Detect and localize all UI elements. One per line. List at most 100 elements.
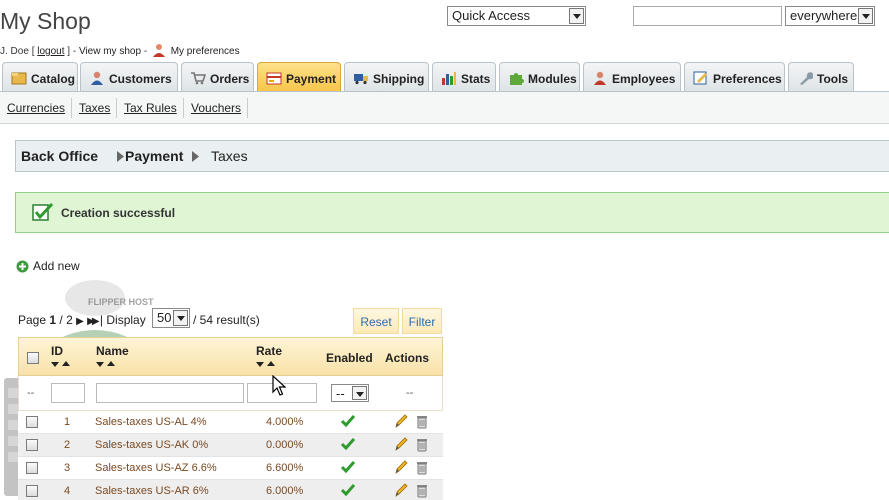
row-checkbox[interactable] — [26, 462, 38, 474]
tab-label: Orders — [210, 72, 250, 86]
breadcrumb-back-office[interactable]: Back Office — [21, 148, 98, 164]
name-filter-input[interactable] — [96, 383, 244, 403]
actions-filter-dashes: -- — [406, 387, 414, 399]
edit-icon[interactable] — [394, 414, 408, 429]
taxes-table: ID Name Rate Enabled Actions -- -- -- 1 S… — [18, 337, 443, 500]
subtab-tax-rules[interactable]: Tax Rules — [124, 101, 177, 115]
subtab-divider — [183, 98, 184, 118]
trash-icon[interactable] — [416, 414, 428, 429]
checkbox-checked-icon — [32, 202, 54, 221]
row-id: 1 — [64, 416, 71, 428]
table-row[interactable]: 3 Sales-taxes US-AZ 6.6% 6.600% — [18, 457, 443, 480]
reset-button[interactable]: Reset — [353, 308, 399, 334]
table-row[interactable]: 2 Sales-taxes US-AK 0% 0.000% — [18, 434, 443, 457]
search-scope-select[interactable]: everywhere — [785, 6, 875, 26]
tab-label: Customers — [109, 72, 172, 86]
tab-orders[interactable]: Orders — [181, 62, 254, 92]
enabled-check-icon[interactable] — [341, 438, 355, 450]
tab-payment[interactable]: Payment — [257, 62, 341, 92]
column-actions: Actions — [385, 351, 430, 365]
tab-stats[interactable]: Stats — [432, 62, 496, 92]
tab-shipping[interactable]: Shipping — [344, 62, 429, 92]
tab-preferences[interactable]: Preferences — [684, 62, 785, 92]
pagination: Page 1 / 2 ▶ ▶▶ | Display — [18, 313, 146, 327]
tab-catalog[interactable]: Catalog — [2, 62, 78, 92]
search-input[interactable] — [633, 6, 782, 26]
filter-row: -- -- -- — [18, 376, 443, 411]
row-checkbox[interactable] — [26, 416, 38, 428]
row-rate: 4.000% — [266, 416, 304, 428]
customers-icon — [91, 71, 103, 85]
wrench-icon — [800, 72, 813, 85]
success-message: Creation successful — [15, 192, 889, 233]
user-line: J. Doe [ logout ] - View my shop - My pr… — [0, 43, 240, 60]
chevron-down-icon[interactable] — [352, 386, 367, 400]
sort-rate-icon[interactable] — [256, 361, 278, 369]
quick-access-select[interactable]: Quick Access — [447, 6, 586, 26]
filter-dashes: -- — [27, 387, 35, 399]
chevron-down-icon[interactable] — [569, 8, 584, 24]
row-name[interactable]: Sales-taxes US-AZ 6.6% — [95, 462, 217, 474]
subtab-currencies[interactable]: Currencies — [7, 101, 65, 115]
sort-name-icon[interactable] — [96, 361, 118, 369]
chevron-down-icon[interactable] — [858, 8, 873, 24]
enabled-check-icon[interactable] — [341, 461, 355, 473]
tab-tools[interactable]: Tools — [788, 62, 854, 92]
main-tabs: Catalog Customers Orders Payment Shippin… — [0, 62, 889, 92]
tab-employees[interactable]: Employees — [583, 62, 681, 92]
enabled-check-icon[interactable] — [341, 415, 355, 427]
plus-icon — [16, 260, 29, 273]
next-page-icon[interactable]: ▶ — [76, 316, 84, 327]
select-all-checkbox[interactable] — [27, 352, 39, 364]
display-label: Display — [106, 313, 146, 327]
trash-icon[interactable] — [416, 437, 428, 452]
view-shop-link[interactable]: View my shop — [79, 46, 141, 57]
subtab-divider — [116, 98, 117, 118]
id-filter-input[interactable] — [51, 383, 85, 403]
row-rate: 6.000% — [266, 485, 304, 497]
enabled-check-icon[interactable] — [341, 484, 355, 496]
tab-label: Stats — [461, 72, 491, 86]
tab-customers[interactable]: Customers — [80, 62, 178, 92]
chart-icon — [442, 72, 456, 85]
edit-icon[interactable] — [394, 437, 408, 452]
subtab-taxes[interactable]: Taxes — [79, 101, 110, 115]
display-count-select[interactable]: 50 — [152, 308, 190, 328]
display-count-value: 50 — [157, 310, 172, 325]
filter-button[interactable]: Filter — [402, 308, 442, 334]
user-name: J. Doe — [0, 46, 29, 57]
tab-label: Shipping — [373, 72, 425, 86]
column-name: Name — [96, 344, 129, 358]
employees-icon — [594, 71, 606, 85]
edit-icon[interactable] — [394, 460, 408, 475]
last-page-icon[interactable]: ▶▶ — [87, 316, 100, 327]
total-pages: 2 — [66, 313, 73, 327]
row-name[interactable]: Sales-taxes US-AR 6% — [95, 485, 209, 497]
breadcrumb-payment[interactable]: Payment — [125, 148, 183, 164]
trash-icon[interactable] — [416, 460, 428, 475]
breadcrumb: Back Office Payment Taxes — [15, 140, 889, 172]
preferences-icon — [693, 71, 707, 85]
row-name[interactable]: Sales-taxes US-AL 4% — [95, 416, 206, 428]
chevron-right-icon — [117, 151, 124, 162]
enabled-filter-select[interactable]: -- — [331, 384, 369, 402]
row-name[interactable]: Sales-taxes US-AK 0% — [95, 439, 208, 451]
edit-icon[interactable] — [394, 483, 408, 498]
tab-label: Payment — [286, 72, 337, 86]
chevron-down-icon[interactable] — [173, 310, 188, 326]
row-checkbox[interactable] — [26, 439, 38, 451]
table-row[interactable]: 4 Sales-taxes US-AR 6% 6.000% — [18, 480, 443, 500]
tab-modules[interactable]: Modules — [499, 62, 580, 92]
row-rate: 0.000% — [266, 439, 304, 451]
row-checkbox[interactable] — [26, 485, 38, 497]
row-id: 4 — [64, 485, 71, 497]
sort-id-icon[interactable] — [51, 361, 73, 369]
subtab-vouchers[interactable]: Vouchers — [191, 101, 241, 115]
table-row[interactable]: 1 Sales-taxes US-AL 4% 4.000% — [18, 411, 443, 434]
add-new-label: Add new — [33, 259, 80, 273]
my-preferences-link[interactable]: My preferences — [171, 46, 240, 57]
add-new-link[interactable]: Add new — [16, 259, 80, 273]
success-text: Creation successful — [61, 206, 176, 220]
trash-icon[interactable] — [416, 483, 428, 498]
logout-link[interactable]: logout — [37, 46, 64, 57]
